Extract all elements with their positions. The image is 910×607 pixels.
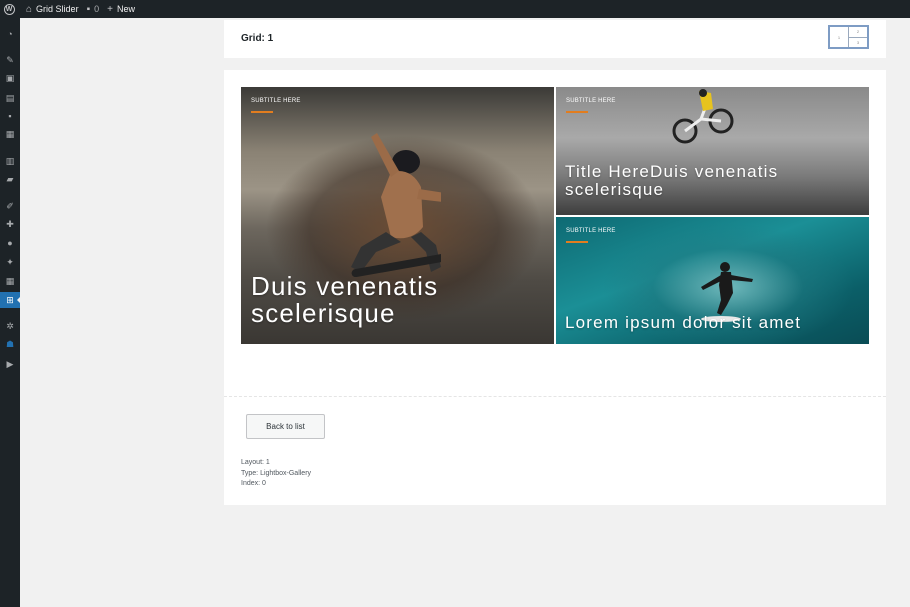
grid-preview-panel: SUBTITLE HERE Duis venenatis scelerisque… — [224, 70, 886, 505]
meta-layout: Layout: 1 — [241, 459, 270, 466]
comments-link[interactable]: ▪ 0 — [87, 0, 100, 18]
media-icon[interactable]: ▣ — [4, 72, 16, 84]
section-divider — [224, 396, 886, 397]
home-icon: ⌂ — [26, 3, 33, 15]
site-name-link[interactable]: ⌂ Grid Slider — [26, 0, 79, 18]
settings-icon[interactable]: ▦ — [4, 275, 16, 287]
meta-type: Type: Lightbox-Gallery — [241, 469, 312, 477]
plugins-icon[interactable]: ✚ — [4, 218, 16, 230]
tools-icon[interactable]: ✦ — [4, 256, 16, 268]
layout-cell-right-top: 2 — [849, 27, 867, 38]
plus-icon: + — [107, 3, 113, 15]
tile-title: Lorem ipsum dolor sit amet — [565, 313, 802, 332]
active-menu-arrow — [17, 296, 21, 304]
grid-tile-skater[interactable]: SUBTITLE HERE Duis venenatis scelerisque — [241, 87, 554, 344]
appearance-icon[interactable]: ✐ — [4, 200, 16, 212]
new-label: New — [116, 4, 135, 14]
tile-subtitle: SUBTITLE HERE — [251, 98, 301, 104]
layout-cell-right-bottom: 3 — [856, 39, 860, 45]
gear-icon[interactable]: ✲ — [4, 320, 16, 332]
pages-icon[interactable]: ▤ — [4, 92, 16, 104]
subtitle-underline — [566, 111, 588, 113]
play-icon[interactable]: ▶ — [4, 358, 16, 370]
admin-bar: W ⌂ Grid Slider ▪ 0 + New — [0, 0, 910, 18]
comment-icon: ▪ — [86, 3, 91, 15]
comments-icon[interactable]: ▪ — [4, 110, 16, 122]
grid-meta-info: Layout: 1 Type: Lightbox-Gallery Index: … — [241, 458, 311, 490]
layers-icon[interactable]: ☗ — [4, 338, 16, 350]
bmx-rider-figure — [672, 89, 734, 144]
skater-figure — [351, 133, 441, 277]
layout-cell-left: 1 — [830, 27, 849, 47]
tile-title: Duis venenatis scelerisque — [251, 271, 439, 329]
grid-title: Grid: 1 — [241, 33, 274, 44]
dashboard-icon[interactable]: ◔ — [4, 28, 16, 40]
folder-icon[interactable]: ▰ — [4, 173, 16, 185]
forms-icon[interactable]: ▥ — [4, 155, 16, 167]
grid-tile-bmx[interactable]: SUBTITLE HERE Title HereDuis venenatis s… — [556, 87, 869, 215]
layout-thumbnail[interactable]: 1 2 3 — [828, 25, 869, 49]
subtitle-underline — [251, 111, 273, 113]
tile-subtitle: SUBTITLE HERE — [566, 228, 616, 234]
calendar-icon[interactable]: ▦ — [4, 128, 16, 140]
site-name-label: Grid Slider — [36, 4, 79, 14]
grid-slider: SUBTITLE HERE Duis venenatis scelerisque… — [241, 87, 869, 344]
posts-icon[interactable]: ✎ — [4, 54, 16, 66]
grid-tile-surfer[interactable]: SUBTITLE HERE Lorem ipsum dolor sit amet — [556, 217, 869, 344]
new-content-link[interactable]: + New — [107, 0, 135, 18]
tile-title: Title HereDuis venenatis scelerisque — [565, 162, 779, 199]
subtitle-underline — [566, 241, 588, 243]
admin-sidebar: ◔ ✎ ▣ ▤ ▪ ▦ ▥ ▰ ✐ ✚ ● ✦ ▦ ⊞ ✲ ☗ ▶ — [0, 18, 21, 607]
grid-header-panel: Grid: 1 1 2 3 — [224, 20, 886, 58]
layout-cell-right: 2 3 — [849, 27, 867, 47]
wordpress-logo-icon[interactable]: W — [0, 0, 18, 18]
meta-index: Index: 0 — [241, 480, 266, 487]
tile-subtitle: SUBTITLE HERE — [566, 98, 616, 104]
back-to-list-button[interactable]: Back to list — [246, 414, 325, 439]
users-icon[interactable]: ● — [4, 237, 16, 249]
comments-count: 0 — [94, 4, 100, 14]
